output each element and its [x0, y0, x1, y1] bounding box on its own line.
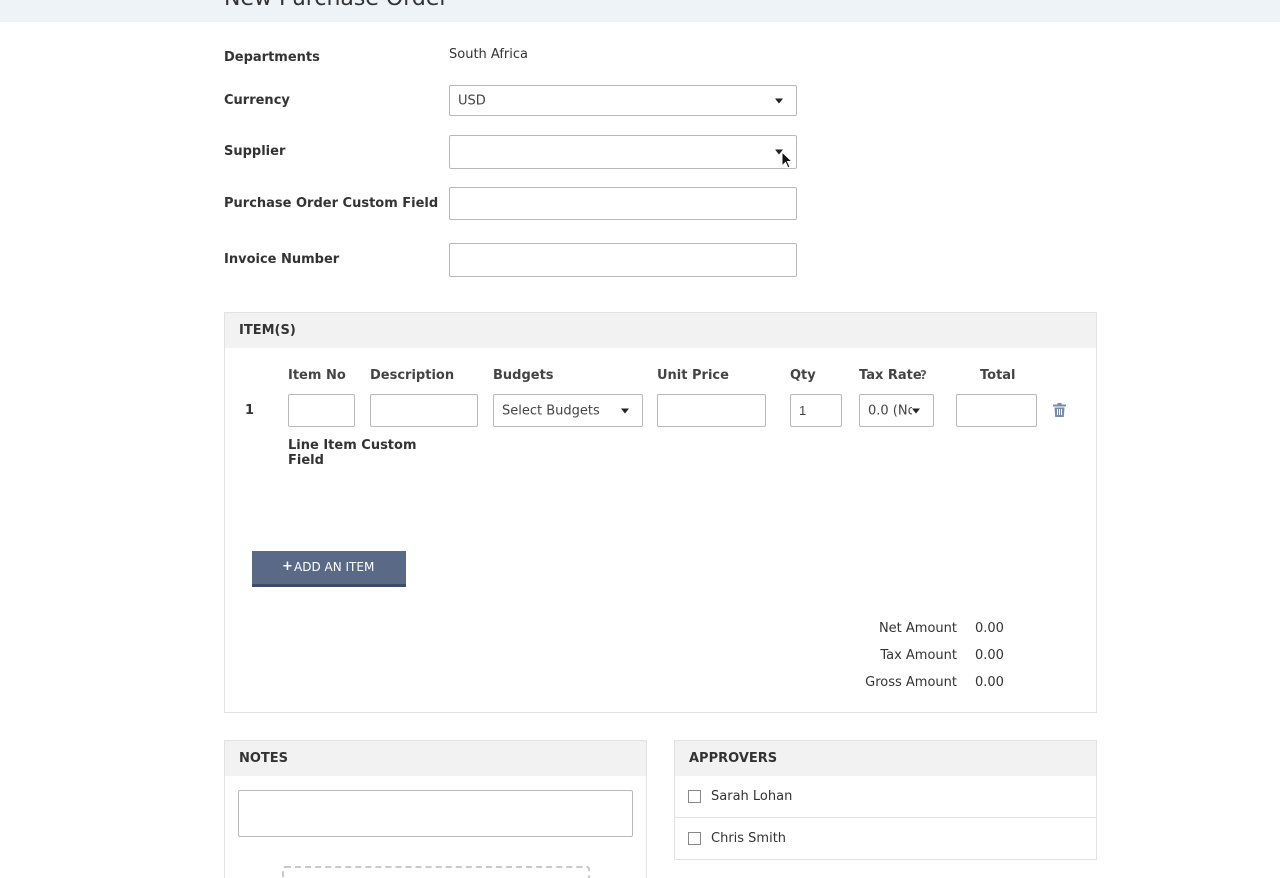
invoice-number-label: Invoice Number [224, 252, 340, 267]
chevron-down-icon [775, 98, 783, 103]
approvers-panel-title: APPROVERS [689, 751, 778, 766]
tax-rate-select[interactable]: 0.0 (No [859, 394, 934, 427]
description-input[interactable] [370, 394, 478, 427]
tax-amount-label: Tax Amount [880, 648, 957, 663]
col-qty: Qty [790, 368, 816, 383]
supplier-label: Supplier [224, 144, 286, 159]
budgets-selected-value: Select Budgets [502, 403, 600, 418]
top-bar: New Purchase Order [0, 0, 1280, 22]
trash-icon[interactable] [1053, 403, 1066, 417]
unit-price-input[interactable] [657, 394, 766, 427]
invoice-number-input[interactable] [449, 243, 797, 277]
attachment-dropzone[interactable] [282, 866, 590, 878]
qty-input[interactable] [790, 394, 842, 427]
po-custom-field-label: Purchase Order Custom Field [224, 196, 439, 211]
chevron-down-icon [621, 408, 629, 413]
line-item-custom-field-label-line1: Line Item Custom [288, 438, 417, 453]
currency-select[interactable]: USD [449, 85, 797, 116]
currency-selected-value: USD [458, 93, 486, 108]
chevron-down-icon [912, 408, 920, 413]
row-index: 1 [245, 403, 255, 418]
currency-label: Currency [224, 93, 290, 108]
po-custom-field-input[interactable] [449, 187, 797, 220]
budgets-select[interactable]: Select Budgets [493, 394, 643, 427]
add-item-button-label: ADD AN ITEM [294, 560, 375, 574]
col-unit-price: Unit Price [657, 368, 729, 383]
mouse-cursor-icon [781, 151, 793, 169]
notes-panel-title: NOTES [239, 751, 289, 766]
gross-amount-value: 0.00 [975, 675, 1004, 690]
approver-divider [675, 817, 1096, 818]
notes-panel-header: NOTES [225, 741, 646, 776]
net-amount-label: Net Amount [878, 621, 957, 636]
tax-rate-selected-value: 0.0 (No [868, 403, 912, 418]
total-input[interactable] [956, 394, 1037, 427]
approvers-panel-header: APPROVERS [675, 741, 1096, 776]
col-description: Description [370, 368, 455, 383]
tax-rate-help-icon[interactable]: ? [920, 368, 927, 382]
col-item-no: Item No [288, 368, 346, 383]
supplier-select[interactable] [449, 135, 797, 169]
tax-amount-value: 0.00 [975, 648, 1004, 663]
approver-checkbox-sarah-lohan[interactable] [688, 790, 701, 803]
page-title: New Purchase Order [224, 0, 448, 11]
plus-icon: + [282, 559, 293, 574]
departments-label: Departments [224, 50, 320, 65]
departments-value: South Africa [449, 47, 528, 62]
notes-textarea[interactable] [238, 790, 633, 837]
col-budgets: Budgets [493, 368, 554, 383]
add-item-button[interactable]: + ADD AN ITEM [252, 551, 406, 587]
item-no-input[interactable] [288, 394, 355, 427]
gross-amount-label: Gross Amount [865, 675, 957, 690]
approver-checkbox-chris-smith[interactable] [688, 832, 701, 845]
col-total: Total [980, 368, 1016, 383]
items-panel-title: ITEM(S) [239, 323, 296, 338]
approver-name-sarah-lohan: Sarah Lohan [711, 789, 793, 804]
col-tax-rate: Tax Rate [859, 368, 922, 383]
line-item-custom-field-label-line2: Field [288, 453, 324, 468]
items-panel-header: ITEM(S) [225, 313, 1096, 348]
approver-name-chris-smith: Chris Smith [711, 831, 787, 846]
net-amount-value: 0.00 [975, 621, 1004, 636]
